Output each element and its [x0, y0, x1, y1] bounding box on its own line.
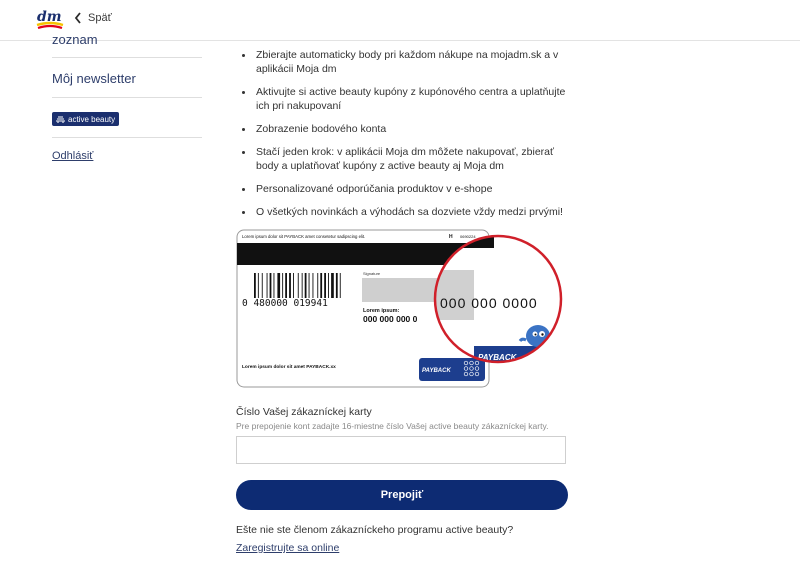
benefits-list: Zbierajte automaticky body pri každom ná…	[236, 48, 568, 228]
back-button[interactable]: Späť	[74, 12, 112, 24]
barcode-bar	[312, 273, 314, 298]
active-beauty-icon	[56, 116, 65, 123]
zoom-card-number: 000 000 0000	[440, 295, 538, 311]
payback-logo-text: PAYBACK	[422, 368, 451, 374]
barcode-bar	[266, 273, 268, 298]
barcode-bar	[297, 273, 299, 298]
barcode-bar	[339, 273, 341, 298]
list-item: Zobrazenie bodového konta	[236, 122, 568, 136]
barcode-bar	[254, 273, 256, 298]
small-card-number: 000 000 000 0	[363, 314, 418, 324]
list-item: O všetkých novinkách a výhodách sa dozvi…	[236, 205, 568, 219]
barcode-bar	[320, 273, 323, 298]
list-item: Personalizované odporúčania produktov v …	[236, 182, 568, 196]
barcode-bar	[277, 273, 281, 298]
barcode-bar	[269, 273, 272, 298]
back-label: Späť	[88, 12, 112, 24]
link-account-button[interactable]: Prepojiť	[236, 480, 568, 510]
list-item: Zbierajte automaticky body pri každom ná…	[236, 48, 568, 76]
barcode-bar	[328, 273, 329, 298]
badge-label: active beauty	[68, 114, 116, 124]
list-item: Stačí jeden krok: v aplikácii Moja dm mô…	[236, 145, 568, 173]
member-question: Ešte nie ste členom zákazníckeho program…	[236, 524, 514, 536]
signature-label: Signature	[363, 271, 381, 276]
active-beauty-badge[interactable]: active beauty	[52, 112, 120, 126]
barcode-number: 0 480000 019941	[242, 298, 328, 309]
card-top-text: Lorem ipsum dolor sit PAYBACK amet conse…	[242, 234, 365, 239]
barcode-bar	[289, 273, 291, 298]
barcode-bar	[335, 273, 338, 298]
sidebar-divider	[52, 57, 202, 58]
card-number-help: Pre prepojenie kont zadajte 16-miestne č…	[236, 421, 549, 431]
barcode-bar	[285, 273, 287, 298]
chevron-left-icon	[74, 12, 81, 24]
barcode-bar	[273, 273, 275, 298]
card-footer-text: Lorem ipsum dolor sit amet PAYBACK.xx	[242, 364, 336, 370]
card-top-code: 0690224	[460, 234, 476, 239]
sidebar-item-newsletter[interactable]: Môj newsletter	[52, 71, 136, 86]
dm-logo[interactable]: dm	[36, 8, 64, 30]
barcode-bar	[301, 273, 303, 298]
sidebar-item-list[interactable]: zoznam	[52, 34, 98, 48]
card-illustration: Lorem ipsum dolor sit PAYBACK amet conse…	[236, 229, 563, 388]
barcode-bar	[282, 273, 284, 298]
top-header: dm Späť	[0, 0, 800, 41]
card-top-letter: H	[449, 234, 453, 240]
barcode-bar	[317, 273, 319, 298]
barcode-bar	[257, 273, 259, 298]
barcode-bar	[293, 273, 294, 298]
logout-link[interactable]: Odhlásiť	[52, 150, 93, 162]
sidebar-divider	[52, 137, 202, 138]
barcode-bar	[261, 273, 263, 298]
barcode-bar	[324, 273, 326, 298]
barcode-bar	[304, 273, 307, 298]
list-item: Aktivujte si active beauty kupóny z kupó…	[236, 85, 568, 113]
register-link[interactable]: Zaregistrujte sa online	[236, 542, 339, 554]
card-number-label: Číslo Vašej zákazníckej karty	[236, 406, 372, 418]
barcode-bar	[308, 273, 310, 298]
card-number-input[interactable]	[236, 436, 566, 464]
barcode-bar	[331, 273, 334, 298]
sidebar-divider	[52, 97, 202, 98]
